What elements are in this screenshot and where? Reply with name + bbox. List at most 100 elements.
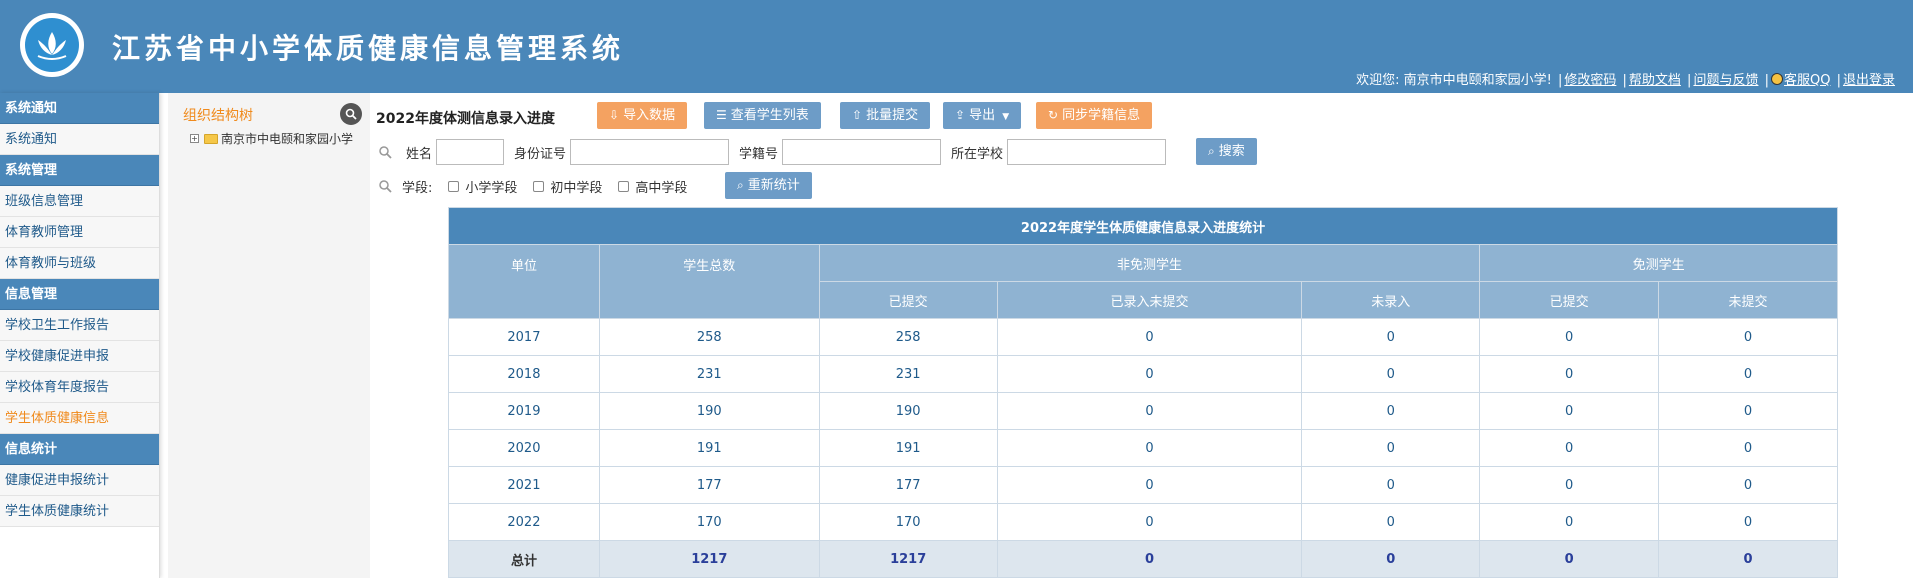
sidebar-item-pe-annual-report[interactable]: 学校体育年度报告 bbox=[0, 372, 159, 403]
table-cell: 0 bbox=[1479, 318, 1660, 356]
table-cell: 191 bbox=[818, 429, 998, 467]
table-cell: 0 bbox=[996, 355, 1303, 393]
table-cell: 0 bbox=[1479, 392, 1660, 430]
student-no-input[interactable] bbox=[782, 139, 942, 165]
sidebar-item-class-info[interactable]: 班级信息管理 bbox=[0, 186, 159, 217]
table-row: 2018 231 231 0 0 0 0 bbox=[448, 355, 1838, 393]
sidebar-item-student-health-stats[interactable]: 学生体质健康统计 bbox=[0, 496, 159, 527]
table-cell: 191 bbox=[598, 429, 820, 467]
sidebar-item-teacher-class[interactable]: 体育教师与班级 bbox=[0, 248, 159, 279]
primary-stage-label: 小学学段 bbox=[465, 180, 518, 196]
senior-stage-checkbox[interactable] bbox=[618, 180, 630, 192]
upload-arrow-icon: ⇧ bbox=[852, 108, 863, 122]
qq-support-link[interactable]: 客服QQ bbox=[1784, 73, 1830, 88]
table-cell: 1217 bbox=[818, 540, 998, 578]
col-header-entered-not-submitted: 已录入未提交 bbox=[996, 281, 1303, 319]
table-cell: 0 bbox=[1658, 540, 1838, 578]
table-cell: 0 bbox=[1658, 503, 1838, 541]
senior-stage-label: 高中学段 bbox=[635, 180, 688, 196]
table-cell: 0 bbox=[1301, 392, 1481, 430]
table-row: 2020 191 191 0 0 0 0 bbox=[448, 429, 1838, 467]
export-button[interactable]: ⇪ 导出 ▼ bbox=[943, 102, 1022, 129]
table-cell: 0 bbox=[996, 392, 1303, 430]
search-button[interactable]: ⌕ 搜索 bbox=[1196, 138, 1257, 165]
view-student-list-button[interactable]: ☰ 查看学生列表 bbox=[704, 102, 821, 129]
expand-icon[interactable]: + bbox=[190, 134, 199, 143]
col-header-exempt-submitted: 已提交 bbox=[1479, 281, 1660, 319]
table-cell: 0 bbox=[1479, 429, 1660, 467]
student-no-label: 学籍号 bbox=[739, 146, 779, 162]
table-cell: 0 bbox=[1301, 355, 1481, 393]
table-cell: 0 bbox=[1301, 503, 1481, 541]
sidebar-section-notice[interactable]: 系统通知 bbox=[0, 93, 159, 124]
table-cell: 190 bbox=[818, 392, 998, 430]
name-label: 姓名 bbox=[406, 146, 433, 162]
table-row: 2019 190 190 0 0 0 0 bbox=[448, 392, 1838, 430]
tree-search-button[interactable] bbox=[340, 103, 362, 125]
logout-link[interactable]: 退出登录 bbox=[1843, 73, 1895, 88]
table-cell: 0 bbox=[1479, 503, 1660, 541]
sidebar-item-promotion-stats[interactable]: 健康促进申报统计 bbox=[0, 465, 159, 496]
recount-button[interactable]: ⌕ 重新统计 bbox=[725, 172, 812, 199]
id-number-label: 身份证号 bbox=[514, 146, 567, 162]
sidebar-item-student-health[interactable]: 学生体质健康信息 bbox=[0, 403, 159, 434]
caret-down-icon: ▼ bbox=[1002, 112, 1010, 122]
page-title: 2022年度体测信息录入进度 bbox=[376, 111, 555, 127]
search-icon: ⌕ bbox=[1208, 144, 1215, 158]
primary-stage-checkbox[interactable] bbox=[448, 180, 460, 192]
school-input[interactable] bbox=[1007, 139, 1167, 165]
table-cell: 177 bbox=[818, 466, 998, 504]
table-row: 2021 177 177 0 0 0 0 bbox=[448, 466, 1838, 504]
table-cell: 2017 bbox=[448, 318, 600, 356]
progress-table: 2022年度学生体质健康信息录入进度统计 单位 学生总数 非免测学生 免测学生 … bbox=[448, 207, 1838, 578]
table-cell: 0 bbox=[1301, 466, 1481, 504]
sidebar-section-stats[interactable]: 信息统计 bbox=[0, 434, 159, 465]
sidebar-item-health-promotion[interactable]: 学校健康促进申报 bbox=[0, 341, 159, 372]
col-header-not-entered: 未录入 bbox=[1301, 281, 1481, 319]
import-data-button[interactable]: ⇩ 导入数据 bbox=[597, 102, 688, 129]
col-header-exempt: 免测学生 bbox=[1479, 244, 1838, 282]
sidebar: 系统通知 系统通知 系统管理 班级信息管理 体育教师管理 体育教师与班级 信息管… bbox=[0, 93, 160, 578]
batch-submit-button[interactable]: ⇧ 批量提交 bbox=[840, 102, 931, 129]
name-input[interactable] bbox=[436, 139, 505, 165]
table-cell: 0 bbox=[996, 540, 1303, 578]
feedback-link[interactable]: 问题与反馈 bbox=[1693, 73, 1758, 88]
sidebar-section-system[interactable]: 系统管理 bbox=[0, 155, 159, 186]
search-icon: ⌕ bbox=[737, 178, 744, 192]
table-row: 2017 258 258 0 0 0 0 bbox=[448, 318, 1838, 356]
table-total-row: 总计 1217 1217 0 0 0 0 bbox=[448, 540, 1838, 578]
tree-node-school[interactable]: + 南京市中电颐和家园小学 bbox=[190, 130, 353, 147]
tree-node-label[interactable]: 南京市中电颐和家园小学 bbox=[221, 130, 353, 147]
sidebar-item-hygiene-report[interactable]: 学校卫生工作报告 bbox=[0, 310, 159, 341]
sync-student-info-button[interactable]: ↻ 同步学籍信息 bbox=[1036, 102, 1153, 129]
table-cell: 0 bbox=[996, 466, 1303, 504]
sidebar-section-info[interactable]: 信息管理 bbox=[0, 279, 159, 310]
table-cell: 190 bbox=[598, 392, 820, 430]
tree-title: 组织结构树 bbox=[183, 108, 253, 124]
table-cell: 0 bbox=[1658, 429, 1838, 467]
col-header-total: 学生总数 bbox=[598, 244, 820, 319]
id-number-input[interactable] bbox=[570, 139, 730, 165]
table-cell: 0 bbox=[996, 318, 1303, 356]
table-cell: 总计 bbox=[448, 540, 600, 578]
table-cell: 0 bbox=[996, 503, 1303, 541]
table-cell: 2021 bbox=[448, 466, 600, 504]
table-cell: 2018 bbox=[448, 355, 600, 393]
table-cell: 0 bbox=[1658, 466, 1838, 504]
col-header-non-exempt: 非免测学生 bbox=[818, 244, 1481, 282]
app-header: 江苏省中小学体质健康信息管理系统 欢迎您: 南京市中电颐和家园小学! | 修改密码… bbox=[0, 0, 1913, 93]
sidebar-item-pe-teachers[interactable]: 体育教师管理 bbox=[0, 217, 159, 248]
sidebar-item-notice[interactable]: 系统通知 bbox=[0, 124, 159, 155]
change-password-link[interactable]: 修改密码 bbox=[1564, 73, 1616, 88]
table-cell: 0 bbox=[1658, 392, 1838, 430]
table-cell: 2020 bbox=[448, 429, 600, 467]
table-cell: 0 bbox=[1479, 466, 1660, 504]
upload-icon: ⇪ bbox=[955, 108, 966, 122]
table-cell: 170 bbox=[818, 503, 998, 541]
table-cell: 2022 bbox=[448, 503, 600, 541]
junior-stage-checkbox[interactable] bbox=[533, 180, 545, 192]
help-docs-link[interactable]: 帮助文档 bbox=[1629, 73, 1681, 88]
table-cell: 258 bbox=[598, 318, 820, 356]
download-icon: ⇩ bbox=[609, 108, 620, 122]
user-bar: 欢迎您: 南京市中电颐和家园小学! | 修改密码 | 帮助文档 | 问题与反馈 | 客服… bbox=[1356, 73, 1895, 88]
